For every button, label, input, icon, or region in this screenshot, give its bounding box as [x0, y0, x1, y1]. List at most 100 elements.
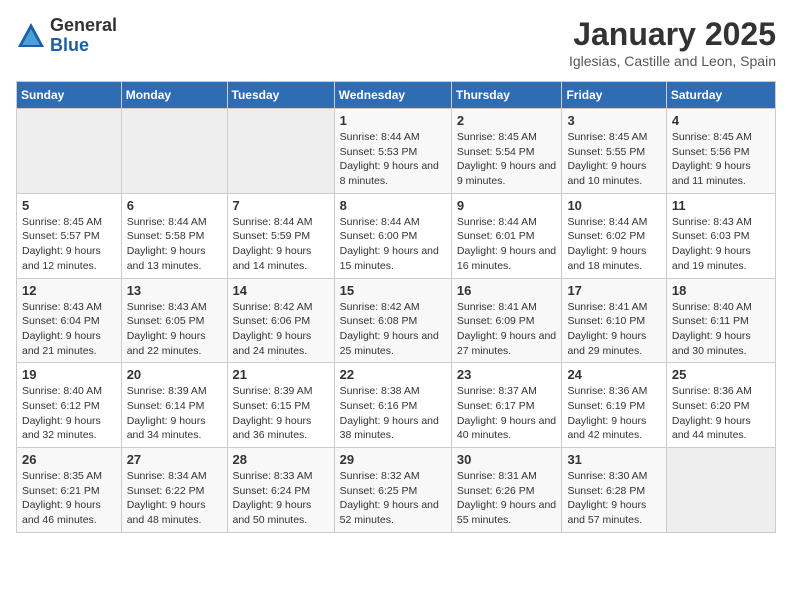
day-number: 27 — [127, 452, 222, 467]
calendar-cell: 25 Sunrise: 8:36 AM Sunset: 6:20 PM Dayli… — [666, 363, 775, 448]
day-number: 24 — [567, 367, 660, 382]
day-info: Sunrise: 8:41 AM Sunset: 6:10 PM Dayligh… — [567, 300, 660, 359]
calendar-cell: 24 Sunrise: 8:36 AM Sunset: 6:19 PM Dayli… — [562, 363, 666, 448]
day-info: Sunrise: 8:40 AM Sunset: 6:11 PM Dayligh… — [672, 300, 770, 359]
day-info: Sunrise: 8:34 AM Sunset: 6:22 PM Dayligh… — [127, 469, 222, 528]
weekday-header: Sunday — [17, 82, 122, 109]
calendar-subtitle: Iglesias, Castille and Leon, Spain — [569, 53, 776, 69]
day-info: Sunrise: 8:39 AM Sunset: 6:15 PM Dayligh… — [233, 384, 329, 443]
day-number: 30 — [457, 452, 557, 467]
day-info: Sunrise: 8:39 AM Sunset: 6:14 PM Dayligh… — [127, 384, 222, 443]
weekday-header-row: SundayMondayTuesdayWednesdayThursdayFrid… — [17, 82, 776, 109]
day-number: 23 — [457, 367, 557, 382]
calendar-week-row: 26 Sunrise: 8:35 AM Sunset: 6:21 PM Dayli… — [17, 448, 776, 533]
calendar-cell: 3Sunrise: 8:45 AM Sunset: 5:55 PM Daylig… — [562, 109, 666, 194]
calendar-week-row: 12 Sunrise: 8:43 AM Sunset: 6:04 PM Dayli… — [17, 278, 776, 363]
day-info: Sunrise: 8:41 AM Sunset: 6:09 PM Dayligh… — [457, 300, 557, 359]
calendar-cell: 21 Sunrise: 8:39 AM Sunset: 6:15 PM Dayli… — [227, 363, 334, 448]
weekday-header: Thursday — [451, 82, 562, 109]
day-info: Sunrise: 8:36 AM Sunset: 6:19 PM Dayligh… — [567, 384, 660, 443]
calendar-week-row: 5 Sunrise: 8:45 AM Sunset: 5:57 PM Daylig… — [17, 193, 776, 278]
calendar-cell: 22Sunrise: 8:38 AM Sunset: 6:16 PM Dayli… — [334, 363, 451, 448]
day-number: 14 — [233, 283, 329, 298]
calendar-cell: 6Sunrise: 8:44 AM Sunset: 5:58 PM Daylig… — [121, 193, 227, 278]
weekday-header: Wednesday — [334, 82, 451, 109]
calendar-cell: 13Sunrise: 8:43 AM Sunset: 6:05 PM Dayli… — [121, 278, 227, 363]
calendar-cell: 17Sunrise: 8:41 AM Sunset: 6:10 PM Dayli… — [562, 278, 666, 363]
day-info: Sunrise: 8:43 AM Sunset: 6:03 PM Dayligh… — [672, 215, 770, 274]
calendar-cell — [666, 448, 775, 533]
day-info: Sunrise: 8:44 AM Sunset: 6:01 PM Dayligh… — [457, 215, 557, 274]
day-number: 5 — [22, 198, 116, 213]
calendar-cell: 14 Sunrise: 8:42 AM Sunset: 6:06 PM Dayli… — [227, 278, 334, 363]
day-info: Sunrise: 8:35 AM Sunset: 6:21 PM Dayligh… — [22, 469, 116, 528]
day-number: 9 — [457, 198, 557, 213]
day-number: 12 — [22, 283, 116, 298]
calendar-cell: 5 Sunrise: 8:45 AM Sunset: 5:57 PM Daylig… — [17, 193, 122, 278]
calendar-cell: 19 Sunrise: 8:40 AM Sunset: 6:12 PM Dayli… — [17, 363, 122, 448]
day-number: 8 — [340, 198, 446, 213]
day-number: 21 — [233, 367, 329, 382]
day-info: Sunrise: 8:30 AM Sunset: 6:28 PM Dayligh… — [567, 469, 660, 528]
day-number: 10 — [567, 198, 660, 213]
day-number: 16 — [457, 283, 557, 298]
day-number: 3 — [567, 113, 660, 128]
weekday-header: Monday — [121, 82, 227, 109]
calendar-cell: 18 Sunrise: 8:40 AM Sunset: 6:11 PM Dayli… — [666, 278, 775, 363]
day-info: Sunrise: 8:44 AM Sunset: 5:58 PM Dayligh… — [127, 215, 222, 274]
day-info: Sunrise: 8:32 AM Sunset: 6:25 PM Dayligh… — [340, 469, 446, 528]
calendar-cell: 26 Sunrise: 8:35 AM Sunset: 6:21 PM Dayli… — [17, 448, 122, 533]
day-number: 19 — [22, 367, 116, 382]
logo-icon — [16, 21, 46, 51]
day-info: Sunrise: 8:31 AM Sunset: 6:26 PM Dayligh… — [457, 469, 557, 528]
day-info: Sunrise: 8:44 AM Sunset: 6:00 PM Dayligh… — [340, 215, 446, 274]
logo-general-text: General — [50, 16, 117, 36]
calendar-cell: 28 Sunrise: 8:33 AM Sunset: 6:24 PM Dayli… — [227, 448, 334, 533]
calendar-cell: 31Sunrise: 8:30 AM Sunset: 6:28 PM Dayli… — [562, 448, 666, 533]
day-number: 1 — [340, 113, 446, 128]
day-info: Sunrise: 8:45 AM Sunset: 5:56 PM Dayligh… — [672, 130, 770, 189]
calendar-cell: 20 Sunrise: 8:39 AM Sunset: 6:14 PM Dayli… — [121, 363, 227, 448]
calendar-cell — [227, 109, 334, 194]
weekday-header: Friday — [562, 82, 666, 109]
day-info: Sunrise: 8:40 AM Sunset: 6:12 PM Dayligh… — [22, 384, 116, 443]
day-info: Sunrise: 8:45 AM Sunset: 5:57 PM Dayligh… — [22, 215, 116, 274]
title-block: January 2025 Iglesias, Castille and Leon… — [569, 16, 776, 69]
calendar-cell: 2Sunrise: 8:45 AM Sunset: 5:54 PM Daylig… — [451, 109, 562, 194]
calendar-cell: 11 Sunrise: 8:43 AM Sunset: 6:03 PM Dayli… — [666, 193, 775, 278]
day-number: 13 — [127, 283, 222, 298]
calendar-cell: 23 Sunrise: 8:37 AM Sunset: 6:17 PM Dayli… — [451, 363, 562, 448]
day-number: 28 — [233, 452, 329, 467]
calendar-title: January 2025 — [569, 16, 776, 53]
calendar-cell: 29 Sunrise: 8:32 AM Sunset: 6:25 PM Dayli… — [334, 448, 451, 533]
day-info: Sunrise: 8:45 AM Sunset: 5:54 PM Dayligh… — [457, 130, 557, 189]
calendar-cell: 10Sunrise: 8:44 AM Sunset: 6:02 PM Dayli… — [562, 193, 666, 278]
calendar-cell: 16 Sunrise: 8:41 AM Sunset: 6:09 PM Dayli… — [451, 278, 562, 363]
calendar-cell: 4 Sunrise: 8:45 AM Sunset: 5:56 PM Daylig… — [666, 109, 775, 194]
calendar-week-row: 19 Sunrise: 8:40 AM Sunset: 6:12 PM Dayli… — [17, 363, 776, 448]
calendar-cell — [121, 109, 227, 194]
day-info: Sunrise: 8:42 AM Sunset: 6:06 PM Dayligh… — [233, 300, 329, 359]
day-number: 4 — [672, 113, 770, 128]
weekday-header: Tuesday — [227, 82, 334, 109]
day-number: 26 — [22, 452, 116, 467]
calendar-cell: 9 Sunrise: 8:44 AM Sunset: 6:01 PM Daylig… — [451, 193, 562, 278]
logo: General Blue — [16, 16, 117, 56]
weekday-header: Saturday — [666, 82, 775, 109]
day-info: Sunrise: 8:44 AM Sunset: 5:53 PM Dayligh… — [340, 130, 446, 189]
day-info: Sunrise: 8:33 AM Sunset: 6:24 PM Dayligh… — [233, 469, 329, 528]
day-number: 20 — [127, 367, 222, 382]
calendar-cell: 8 Sunrise: 8:44 AM Sunset: 6:00 PM Daylig… — [334, 193, 451, 278]
day-info: Sunrise: 8:36 AM Sunset: 6:20 PM Dayligh… — [672, 384, 770, 443]
calendar-cell: 1 Sunrise: 8:44 AM Sunset: 5:53 PM Daylig… — [334, 109, 451, 194]
calendar-cell — [17, 109, 122, 194]
day-info: Sunrise: 8:37 AM Sunset: 6:17 PM Dayligh… — [457, 384, 557, 443]
day-number: 25 — [672, 367, 770, 382]
day-number: 18 — [672, 283, 770, 298]
day-number: 29 — [340, 452, 446, 467]
day-info: Sunrise: 8:44 AM Sunset: 5:59 PM Dayligh… — [233, 215, 329, 274]
day-info: Sunrise: 8:43 AM Sunset: 6:04 PM Dayligh… — [22, 300, 116, 359]
day-number: 11 — [672, 198, 770, 213]
calendar-cell: 15Sunrise: 8:42 AM Sunset: 6:08 PM Dayli… — [334, 278, 451, 363]
calendar-cell: 7Sunrise: 8:44 AM Sunset: 5:59 PM Daylig… — [227, 193, 334, 278]
